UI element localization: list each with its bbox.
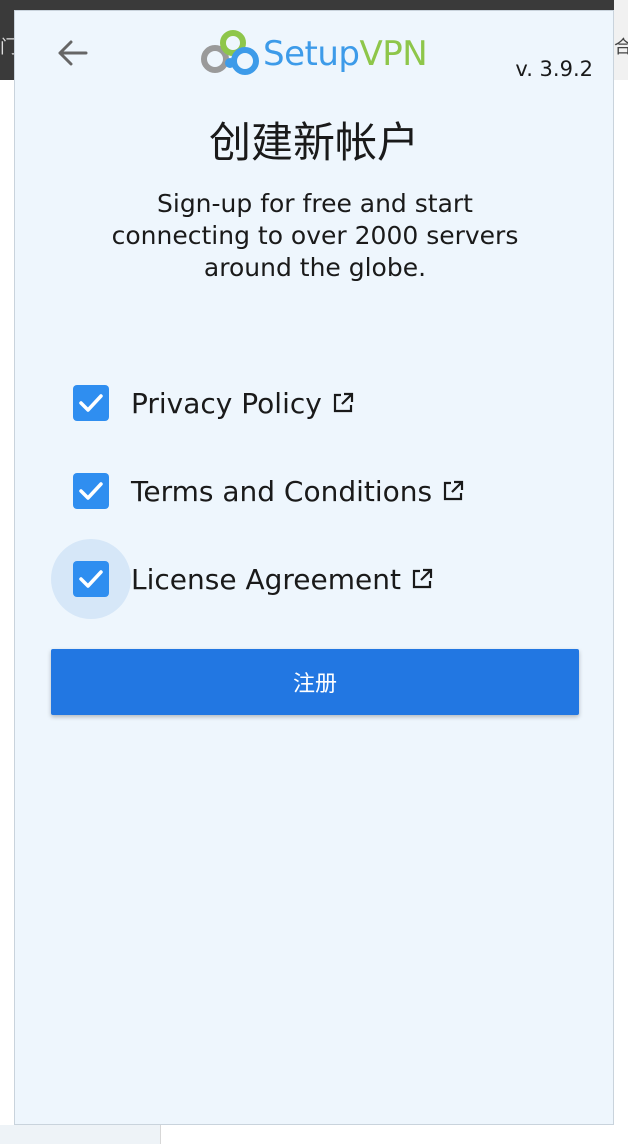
agreement-label: Terms and Conditions — [131, 474, 433, 508]
arrow-left-icon — [58, 40, 88, 66]
background-panel — [0, 1125, 160, 1144]
agreement-list: Privacy Policy Terms and Conditions Lice… — [51, 359, 571, 623]
background-page-bottom — [0, 1125, 628, 1144]
agreement-label: License Agreement — [131, 562, 401, 596]
external-link-icon — [442, 480, 464, 502]
agreement-label: Privacy Policy — [131, 386, 322, 420]
agreement-terms: Terms and Conditions — [51, 447, 571, 535]
checkmark-icon — [79, 394, 103, 412]
version-label: v. 3.9.2 — [515, 57, 593, 81]
privacy-policy-checkbox[interactable] — [51, 363, 131, 443]
page-title: 创建新帐户 — [208, 118, 419, 167]
signup-popup: SetupVPN v. 3.9.2 创建新帐户 Sign-up for free… — [14, 10, 614, 1125]
checkbox-box — [73, 561, 109, 597]
checkmark-icon — [79, 570, 103, 588]
setupvpn-logo: SetupVPN — [201, 23, 431, 85]
privacy-policy-link[interactable]: Privacy Policy — [131, 387, 354, 420]
signup-button[interactable]: 注册 — [51, 649, 579, 715]
terms-link[interactable]: Terms and Conditions — [131, 475, 464, 508]
page-subtitle: Sign-up for free and start connecting to… — [111, 189, 519, 282]
external-link-icon — [411, 568, 433, 590]
license-link[interactable]: License Agreement — [131, 563, 433, 596]
logo-setup-text: Setup — [263, 34, 360, 74]
logo-mark-icon — [201, 30, 259, 75]
checkbox-box — [73, 473, 109, 509]
checkmark-icon — [79, 482, 103, 500]
external-link-icon — [332, 392, 354, 414]
agreement-privacy: Privacy Policy — [51, 359, 571, 447]
logo-wordmark: SetupVPN — [263, 34, 428, 74]
logo-vpn-text: VPN — [359, 34, 428, 74]
checkbox-box — [73, 385, 109, 421]
background-page-text: 门 — [0, 37, 14, 58]
agreement-license: License Agreement — [51, 535, 571, 623]
back-button[interactable] — [53, 33, 93, 73]
license-checkbox[interactable] — [51, 539, 131, 619]
background-page-text-right: 合 — [614, 37, 628, 58]
terms-checkbox[interactable] — [51, 451, 131, 531]
background-divider — [160, 1125, 161, 1144]
browser-side-background — [0, 80, 14, 1144]
